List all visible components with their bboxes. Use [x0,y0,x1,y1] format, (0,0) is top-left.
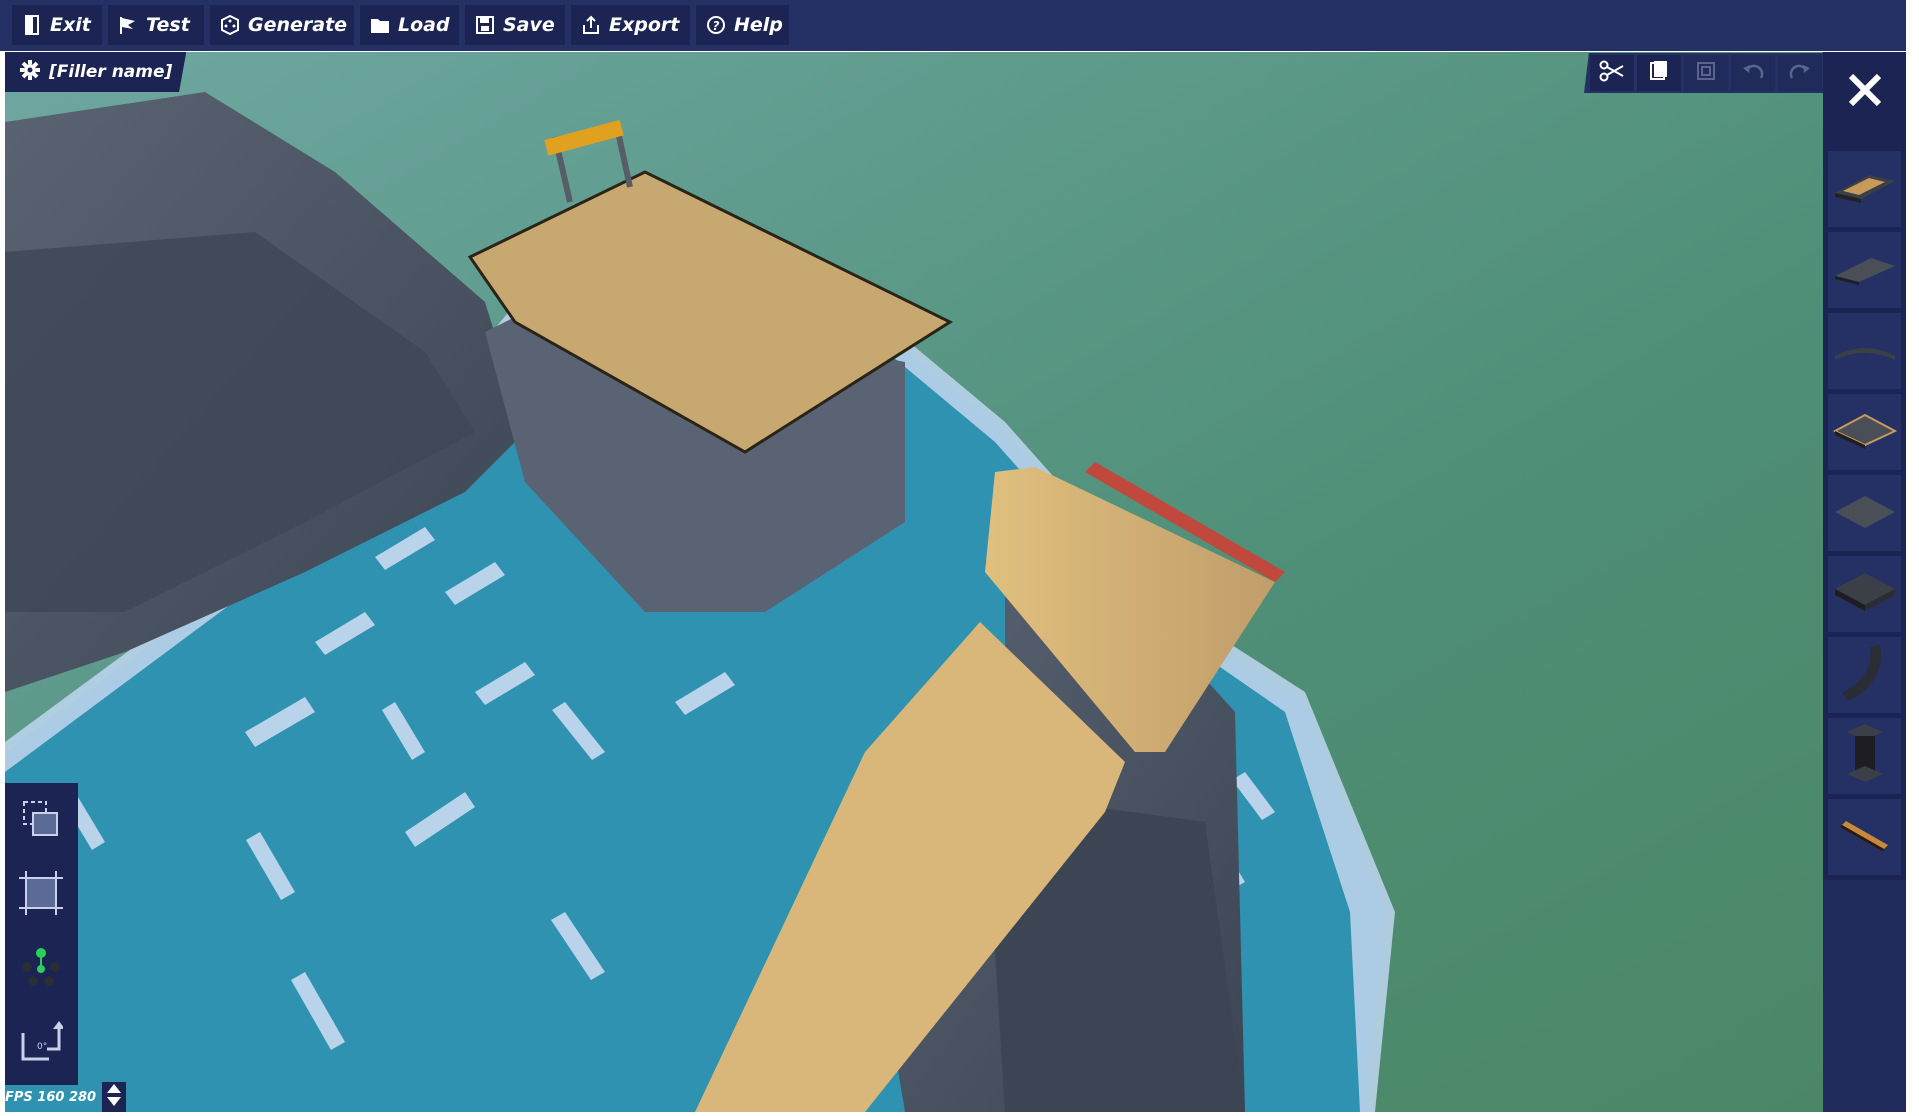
palette-item-platform-block[interactable] [1828,394,1901,470]
help-label: Help [734,14,783,36]
test-label: Test [146,14,190,36]
filler-name-tab[interactable]: [Filler name] [5,52,187,92]
exit-button[interactable]: Exit [12,5,102,45]
pillar-block-icon [1843,722,1887,790]
redo-button[interactable] [1778,55,1822,91]
rotate-tool[interactable]: 0° [15,1017,67,1069]
barrier-strip-icon [1838,817,1892,857]
rotate-icon: 0° [19,1019,65,1067]
palette-item-pillar-block[interactable] [1828,718,1901,794]
palette-item-ramp-curve[interactable] [1828,637,1901,713]
window-edge [1906,0,1919,1116]
3d-viewport[interactable] [5,52,1823,1112]
door-exit-icon [22,15,42,35]
paste-icon [1695,60,1717,86]
select-copy-icon [21,799,61,843]
close-button[interactable] [1823,52,1906,132]
generate-button[interactable]: Generate [210,5,354,45]
help-button[interactable]: ? Help [696,5,789,45]
move-gizmo-tool[interactable] [15,943,67,995]
undo-button[interactable] [1731,55,1775,91]
road-slope-icon [1833,248,1897,292]
dark-block-icon [1833,569,1897,619]
select-copy-tool[interactable] [15,795,67,847]
select-area-icon [19,871,63,919]
copy-icon [1648,60,1670,86]
svg-text:?: ? [713,19,720,33]
flag-icon [118,15,138,35]
undo-icon [1741,60,1765,86]
left-tool-panel: 0° [5,783,78,1085]
export-button[interactable]: Export [571,5,690,45]
question-circle-icon: ? [706,15,726,35]
platform-block-icon [1832,409,1897,455]
exit-label: Exit [50,14,91,36]
dice-icon [220,15,240,35]
ramp-curve-icon [1840,643,1890,707]
move-gizmo-icon [19,945,63,993]
edit-toolbar [1584,53,1828,93]
select-area-tool[interactable] [15,869,67,921]
redo-icon [1788,60,1812,86]
fps-counter: FPS 160 280 [5,1089,97,1105]
copy-button[interactable] [1637,55,1681,91]
generate-label: Generate [248,14,348,36]
save-label: Save [503,14,555,36]
track-editor-app: Exit Test Generate Load Save Export ? He… [0,0,1919,1116]
load-button[interactable]: Load [360,5,459,45]
floppy-disk-icon [475,15,495,35]
up-down-arrows-icon [106,1082,122,1112]
palette-item-barrier-strip[interactable] [1828,799,1901,875]
export-icon [581,15,601,35]
svg-text:0°: 0° [37,1042,47,1052]
cut-button[interactable] [1590,55,1634,91]
folder-icon [370,15,390,35]
palette-item-curve-block[interactable] [1828,313,1901,389]
status-bar: FPS 160 280 [5,1082,127,1112]
top-menu-bar: Exit Test Generate Load Save Export ? He… [0,0,1906,51]
export-label: Export [609,14,680,36]
palette-item-road-block[interactable] [1828,151,1901,227]
gear-icon [19,59,41,86]
block-palette-footer [1823,880,1906,1112]
close-icon [1846,71,1884,113]
test-button[interactable]: Test [108,5,204,45]
block-palette-panel [1823,52,1906,1112]
scene-render[interactable] [5,52,1823,1112]
paste-button[interactable] [1684,55,1728,91]
palette-item-dark-block[interactable] [1828,556,1901,632]
palette-item-flat-block[interactable] [1828,475,1901,551]
scissors-icon [1599,60,1625,86]
load-label: Load [398,14,450,36]
palette-item-road-slope[interactable] [1828,232,1901,308]
flat-block-icon [1833,490,1897,536]
fps-stepper[interactable] [102,1082,127,1112]
save-button[interactable]: Save [465,5,565,45]
filler-name-label: [Filler name] [49,62,173,82]
curve-block-icon [1833,334,1897,368]
road-block-icon [1833,167,1897,211]
